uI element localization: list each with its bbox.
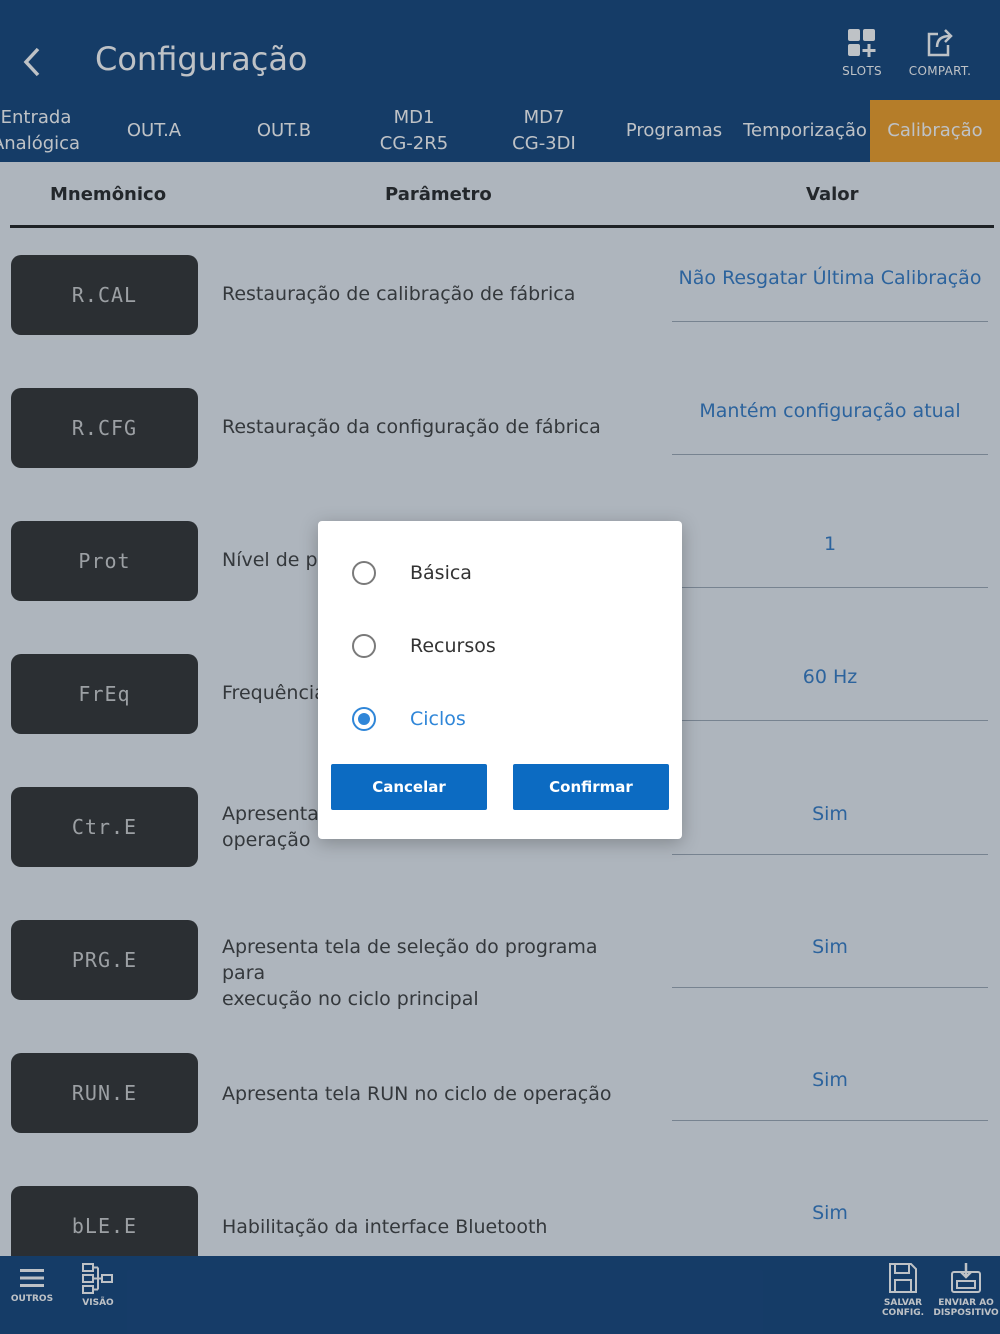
selection-dialog: Básica Recursos Ciclos Cancelar Confirma… (318, 521, 682, 839)
option-label: Recursos (410, 635, 496, 657)
option-label: Ciclos (410, 708, 466, 730)
option-label: Básica (410, 562, 472, 584)
radio-unselected[interactable] (352, 634, 376, 658)
confirm-button[interactable]: Confirmar (513, 764, 669, 810)
option-basica[interactable]: Básica (352, 551, 652, 595)
radio-unselected[interactable] (352, 561, 376, 585)
option-ciclos[interactable]: Ciclos (352, 697, 652, 741)
cancel-button[interactable]: Cancelar (331, 764, 487, 810)
option-recursos[interactable]: Recursos (352, 624, 652, 668)
radio-selected[interactable] (352, 707, 376, 731)
